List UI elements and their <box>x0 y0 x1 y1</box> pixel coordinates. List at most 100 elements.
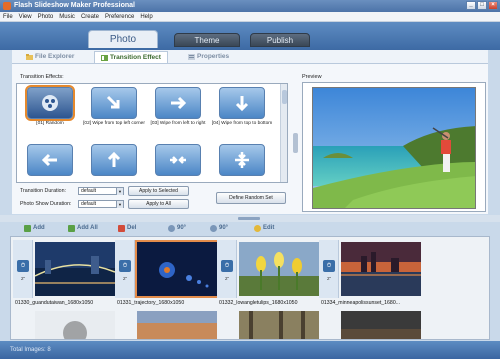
photo-thumbnail[interactable] <box>135 240 219 298</box>
menu-file[interactable]: File <box>3 12 13 21</box>
tab-properties[interactable]: Properties <box>188 51 229 63</box>
photo-duration: 2" <box>224 276 230 281</box>
panel-collapse-handle[interactable] <box>293 133 298 153</box>
scrollbar-thumb[interactable] <box>282 90 287 104</box>
maximize-button[interactable]: □ <box>477 1 487 10</box>
delete-icon <box>118 224 125 232</box>
arrows-vertical-inward-icon <box>235 152 249 168</box>
effects-scrollbar[interactable] <box>280 84 287 182</box>
effect-item[interactable] <box>83 144 145 176</box>
sky-photo <box>137 311 217 339</box>
app-icon <box>3 2 11 10</box>
edit-label: Edit <box>263 225 275 231</box>
tab-theme[interactable]: Theme <box>174 33 240 47</box>
photo-side: ⏱ 2" <box>319 240 339 298</box>
apply-to-selected-button[interactable]: Apply to Selected <box>128 186 189 196</box>
sub-tab-bar: File Explorer Transition Effect Properti… <box>12 50 488 64</box>
transition-icon <box>101 54 108 61</box>
effect-item[interactable]: [04] Wipe from top to bottom <box>211 87 273 127</box>
menu-create[interactable]: Create <box>81 12 99 21</box>
menu-view[interactable]: View <box>19 12 32 21</box>
menu-bar: File View Photo Music Create Preference … <box>0 12 500 22</box>
window-title: Flash Slideshow Maker Professional <box>14 2 135 9</box>
properties-icon <box>188 54 195 60</box>
forest-photo <box>239 311 319 339</box>
minimize-button[interactable]: _ <box>466 1 476 10</box>
rotate-right-label: 90° <box>219 225 229 231</box>
photo-thumbnail[interactable] <box>137 311 217 339</box>
photo-show-duration-select[interactable]: default ▼ <box>78 200 124 208</box>
photo-show-duration-value: default <box>81 201 97 207</box>
edit-button[interactable]: Edit <box>254 222 274 234</box>
delete-label: Del <box>127 225 137 231</box>
rotate-right-button[interactable]: 90° <box>210 222 228 234</box>
photo-duration: 2" <box>122 276 128 281</box>
photo-thumbnail[interactable] <box>341 242 421 296</box>
rotate-left-label: 90° <box>177 225 187 231</box>
dandelion-photo <box>35 311 115 339</box>
tab-photo[interactable]: Photo <box>88 30 158 48</box>
effect-item[interactable]: [03] Wipe from left to right <box>147 87 209 127</box>
arrow-down-right-icon <box>106 95 120 109</box>
effect-thumb <box>219 144 265 176</box>
tab-publish[interactable]: Publish <box>250 33 310 47</box>
photo-name: 01330_guandutaiwan_1680x1050 <box>15 300 94 306</box>
photo-item[interactable]: ⏱ 2" 01332_lowangletulips_1680x1050 <box>217 240 321 310</box>
photo-duration: 2" <box>20 276 26 281</box>
effect-thumb <box>25 85 75 121</box>
menu-help[interactable]: Help <box>140 12 152 21</box>
duration-icon[interactable]: ⏱ <box>119 260 131 272</box>
effect-name: [04] Wipe from top to bottom <box>211 121 273 126</box>
photo-thumbnail[interactable] <box>239 242 319 296</box>
splitter[interactable] <box>0 215 500 222</box>
menu-music[interactable]: Music <box>59 12 75 21</box>
photo-thumbnail[interactable] <box>341 311 421 339</box>
tab-file-explorer[interactable]: File Explorer <box>26 51 74 63</box>
effect-item[interactable] <box>147 144 209 176</box>
preview-image <box>312 87 476 209</box>
photo-name: 01334_minneapolissunset_1680... <box>321 300 401 306</box>
add-button[interactable]: Add <box>24 222 45 234</box>
rotate-left-button[interactable]: 90° <box>168 222 186 234</box>
add-all-icon <box>68 224 75 232</box>
delete-button[interactable]: Del <box>118 222 136 234</box>
photo-show-duration-label: Photo Show Duration: <box>20 201 72 207</box>
duration-icon[interactable]: ⏱ <box>323 260 335 272</box>
tab-transition-effect-label: Transition Effect <box>110 53 161 61</box>
droplets-photo <box>137 242 217 296</box>
photo-thumbnail[interactable] <box>239 311 319 339</box>
arrows-inward-icon <box>170 156 186 164</box>
duration-icon[interactable]: ⏱ <box>221 260 233 272</box>
effect-thumb <box>91 87 137 119</box>
effect-thumb <box>27 144 73 176</box>
define-random-set-button[interactable]: Define Random Set <box>216 192 286 204</box>
duration-icon[interactable]: ⏱ <box>17 260 29 272</box>
photo-name: 01331_trajectory_1680x1050 <box>117 300 185 306</box>
tab-transition-effect[interactable]: Transition Effect <box>94 51 168 63</box>
photo-item[interactable]: ⏱ 2" 01334_minneapolissunset_1680... <box>319 240 423 310</box>
photo-thumbnail[interactable] <box>35 311 115 339</box>
effect-item[interactable]: [02] Wipe from top left corner <box>83 87 145 127</box>
effect-name: [02] Wipe from top left corner <box>83 121 145 126</box>
landscape-photo <box>341 311 421 339</box>
menu-preference[interactable]: Preference <box>105 12 134 21</box>
menu-photo[interactable]: Photo <box>38 12 54 21</box>
transition-duration-label: Transition Duration: <box>20 188 67 194</box>
add-all-label: Add All <box>77 225 98 231</box>
apply-to-all-button[interactable]: Apply to All <box>128 199 189 209</box>
photo-item[interactable]: ⏱ 2" 01330_guandutaiwan_1680x1050 <box>13 240 117 310</box>
effect-name: [03] Wipe from left to right <box>150 121 206 126</box>
effect-item[interactable] <box>19 144 81 176</box>
photo-item[interactable]: ⏱ 2" 01331_trajectory_1680x1050 <box>115 240 219 310</box>
photo-thumbnail[interactable] <box>35 242 115 296</box>
effect-item[interactable]: [01] Random <box>19 85 81 127</box>
splitter-grip[interactable] <box>238 217 260 220</box>
effect-item[interactable] <box>211 144 273 176</box>
transition-duration-select[interactable]: default ▼ <box>78 187 124 195</box>
close-button[interactable]: × <box>488 1 498 10</box>
photo-toolbar: Add Add All Del 90° 90° Edit <box>10 222 490 234</box>
total-images-label: Total Images: 8 <box>10 347 51 353</box>
add-icon <box>24 224 31 232</box>
effect-name: [01] Random <box>36 121 64 126</box>
add-all-button[interactable]: Add All <box>68 222 98 234</box>
